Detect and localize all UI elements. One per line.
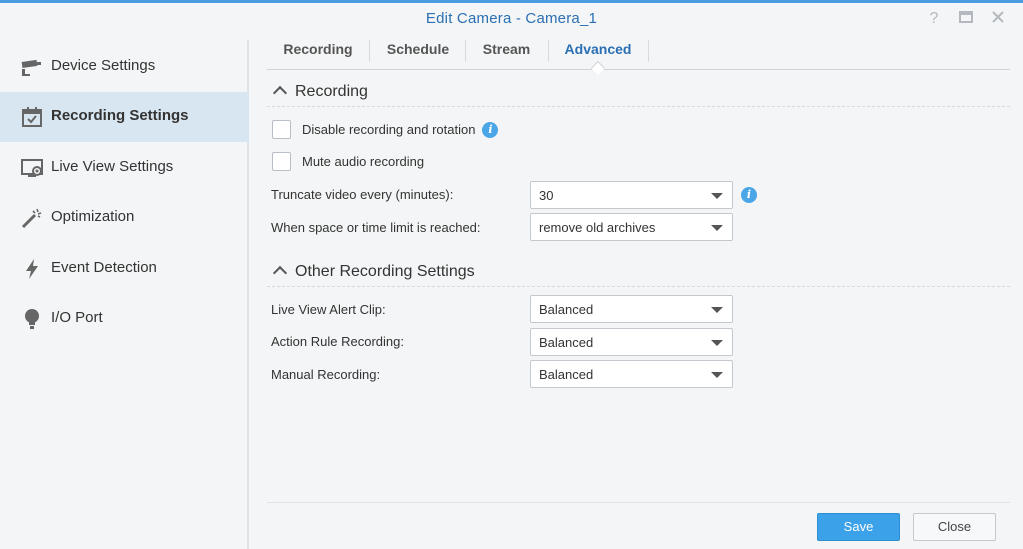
- window-title: Edit Camera - Camera_1: [425, 10, 598, 27]
- select-value: Balanced: [539, 302, 594, 317]
- alert-clip-select[interactable]: Balanced: [530, 295, 733, 323]
- disable-recording-row: Disable recording and rotation i: [272, 120, 499, 139]
- select-value: remove old archives: [539, 220, 656, 235]
- calendar-check-icon: [20, 105, 44, 129]
- checkbox-label: Mute audio recording: [302, 154, 425, 169]
- footer-divider: [267, 502, 1010, 503]
- truncate-label: Truncate video every (minutes):: [271, 187, 454, 202]
- section-divider: [267, 106, 1010, 107]
- mute-audio-row: Mute audio recording: [272, 152, 424, 171]
- lightning-icon: [20, 257, 44, 281]
- alert-clip-label: Live View Alert Clip:: [271, 302, 386, 317]
- sidebar-item-optimization[interactable]: Optimization: [0, 193, 249, 243]
- monitor-icon: [20, 156, 44, 180]
- magic-wand-icon: [20, 206, 44, 230]
- sidebar-item-label: I/O Port: [51, 309, 103, 326]
- manual-recording-label: Manual Recording:: [271, 367, 381, 382]
- chevron-up-icon: [272, 85, 288, 101]
- truncate-select[interactable]: 30: [530, 181, 733, 209]
- recording-section-header[interactable]: Recording: [272, 83, 368, 101]
- tab-bar: Recording Schedule Stream Advanced: [267, 36, 1010, 70]
- sidebar-item-label: Optimization: [51, 208, 135, 225]
- section-divider: [267, 286, 1010, 287]
- sidebar: Device Settings Recording Settings Live …: [0, 40, 249, 549]
- sidebar-item-label: Live View Settings: [51, 158, 174, 175]
- close-icon[interactable]: [988, 9, 1008, 29]
- section-title: Recording: [295, 83, 368, 100]
- chevron-down-icon: [711, 225, 723, 231]
- select-value: 30: [539, 188, 554, 203]
- tab-divider: [465, 40, 466, 62]
- tab-divider: [648, 40, 649, 62]
- action-rule-select[interactable]: Balanced: [530, 328, 733, 356]
- action-rule-label: Action Rule Recording:: [271, 334, 404, 349]
- info-icon[interactable]: i: [482, 121, 499, 138]
- help-icon[interactable]: ?: [924, 9, 944, 29]
- tab-schedule[interactable]: Schedule: [373, 36, 463, 66]
- sidebar-item-event-detection[interactable]: Event Detection: [0, 244, 249, 294]
- title-bar: Edit Camera - Camera_1 ?: [0, 3, 1023, 37]
- sidebar-item-io-port[interactable]: I/O Port: [0, 294, 249, 344]
- sidebar-item-label: Device Settings: [51, 57, 156, 74]
- chevron-up-icon: [272, 265, 288, 281]
- manual-recording-select[interactable]: Balanced: [530, 360, 733, 388]
- sidebar-item-recording-settings[interactable]: Recording Settings: [0, 92, 249, 142]
- sidebar-item-live-view-settings[interactable]: Live View Settings: [0, 143, 249, 193]
- select-value: Balanced: [539, 335, 594, 350]
- close-button[interactable]: Close: [913, 513, 996, 541]
- select-value: Balanced: [539, 367, 594, 382]
- mute-audio-checkbox[interactable]: [272, 152, 291, 171]
- chevron-down-icon: [711, 340, 723, 346]
- lightbulb-icon: [20, 307, 44, 331]
- chevron-down-icon: [711, 193, 723, 199]
- section-title: Other Recording Settings: [295, 263, 475, 280]
- save-button[interactable]: Save: [817, 513, 900, 541]
- camera-icon: [20, 55, 44, 79]
- sidebar-item-label: Event Detection: [51, 259, 157, 276]
- tab-recording[interactable]: Recording: [274, 36, 362, 66]
- tab-stream[interactable]: Stream: [469, 36, 544, 66]
- sidebar-item-device-settings[interactable]: Device Settings: [0, 42, 249, 92]
- tab-divider: [369, 40, 370, 62]
- info-icon[interactable]: i: [741, 187, 757, 203]
- chevron-down-icon: [711, 307, 723, 313]
- chevron-down-icon: [711, 372, 723, 378]
- sidebar-item-label: Recording Settings: [51, 107, 189, 124]
- disable-recording-checkbox[interactable]: [272, 120, 291, 139]
- checkbox-label: Disable recording and rotation: [302, 122, 476, 137]
- limit-select[interactable]: remove old archives: [530, 213, 733, 241]
- tab-divider: [548, 40, 549, 62]
- limit-label: When space or time limit is reached:: [271, 220, 481, 235]
- maximize-icon[interactable]: [956, 9, 976, 29]
- other-section-header[interactable]: Other Recording Settings: [272, 263, 475, 281]
